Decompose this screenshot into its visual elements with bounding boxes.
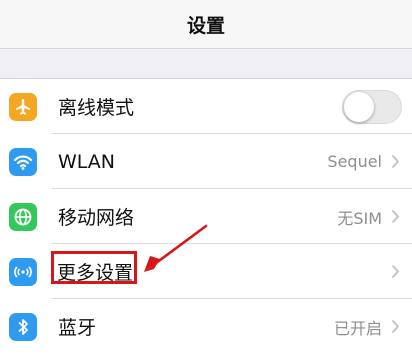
settings-item-label: 蓝牙 [58, 317, 97, 339]
cellular-status: 无SIM [337, 208, 382, 228]
airplane-mode-toggle[interactable] [342, 89, 402, 124]
annotation-arrow-icon [144, 224, 208, 272]
globe-icon [9, 202, 37, 231]
chevron-right-icon [388, 262, 402, 282]
page-title: 设置 [186, 14, 225, 37]
settings-item-bluetooth[interactable]: 蓝牙 已开启 [0, 299, 412, 354]
settings-item-label: WLAN [58, 150, 116, 173]
navigation-bar: 设置 [0, 0, 412, 49]
airplane-icon [9, 92, 37, 121]
signal-icon [9, 257, 37, 286]
bluetooth-status: 已开启 [333, 318, 382, 338]
wifi-icon [9, 147, 37, 176]
settings-item-label: 离线模式 [58, 97, 135, 119]
bluetooth-icon [9, 312, 37, 341]
annotation-highlight-box [51, 251, 137, 284]
settings-item-airplane-mode[interactable]: 离线模式 [0, 79, 412, 134]
settings-list: 离线模式 WLAN Sequel 移动网络 无SIM 更多设置 蓝牙 已开启 [0, 78, 412, 354]
chevron-right-icon [388, 317, 402, 337]
toggle-knob [344, 91, 374, 122]
chevron-right-icon [388, 152, 402, 172]
settings-item-wlan[interactable]: WLAN Sequel [0, 134, 412, 189]
chevron-right-icon [388, 207, 402, 227]
wlan-network-name: Sequel [327, 152, 382, 171]
